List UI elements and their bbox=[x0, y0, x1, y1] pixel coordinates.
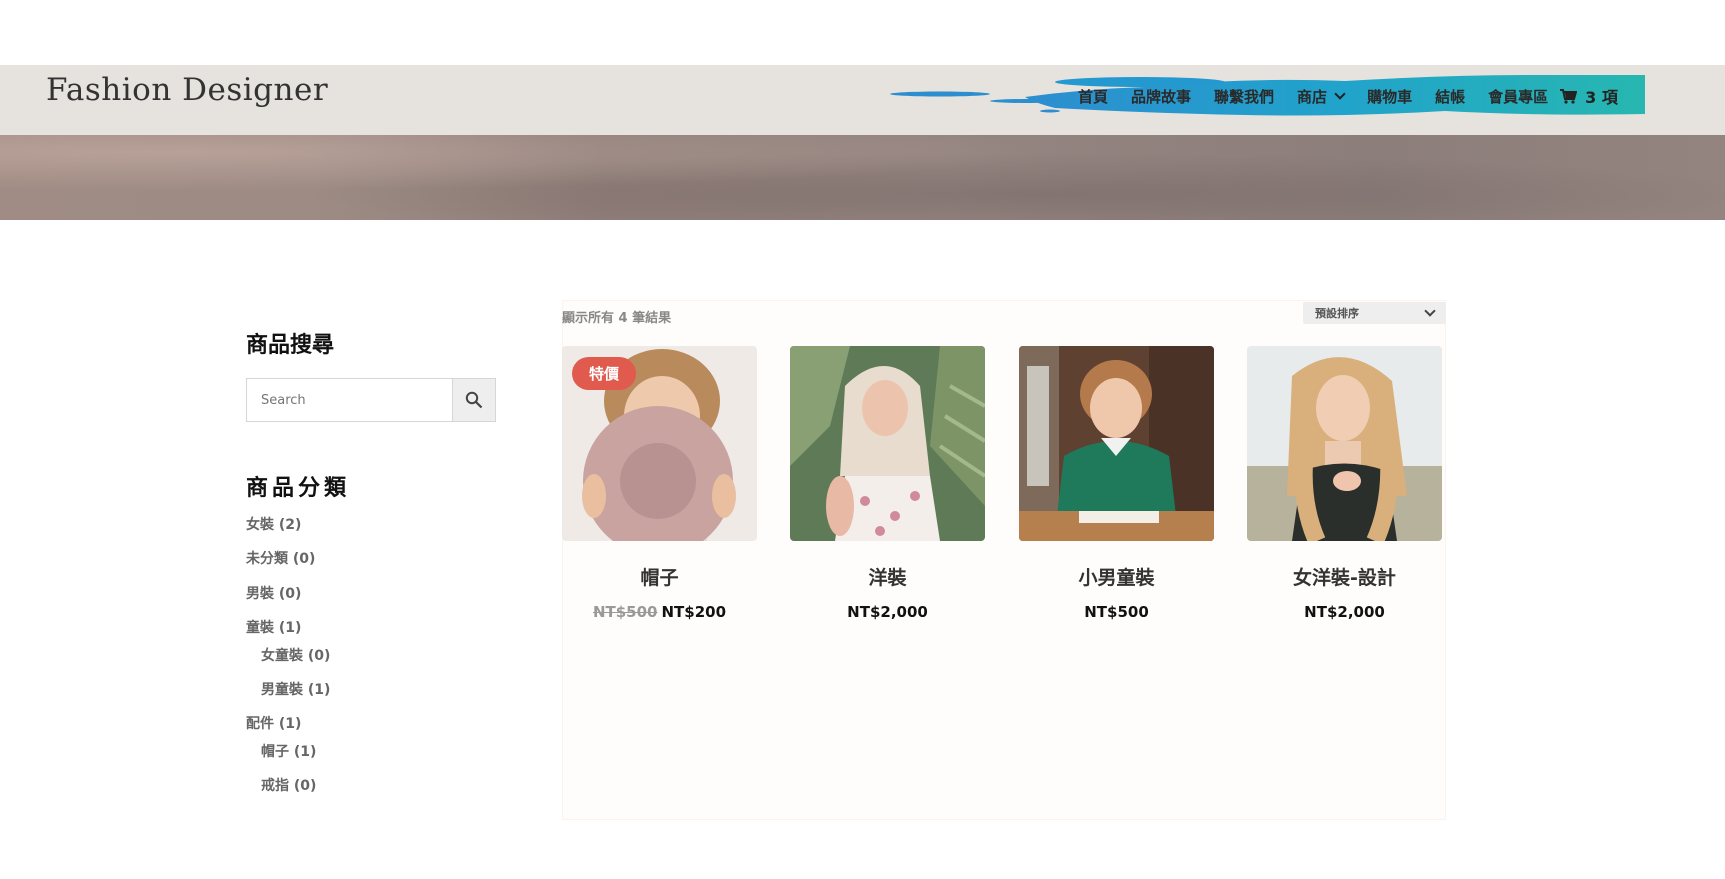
product-price-value: NT$500 bbox=[1084, 603, 1149, 621]
nav-label: 聯繫我們 bbox=[1214, 87, 1275, 106]
product-card[interactable]: 洋裝 NT$2,000 bbox=[790, 346, 985, 621]
product-image[interactable] bbox=[1247, 346, 1442, 541]
product-card[interactable]: 特價 帽子 NT$500 NT$200 bbox=[562, 346, 757, 621]
nav-item-checkout[interactable]: 結帳 bbox=[1435, 86, 1465, 107]
category-link[interactable]: 未分類 (0) bbox=[246, 548, 315, 568]
sale-price: NT$200 bbox=[661, 603, 727, 621]
nav-item-home[interactable]: 首頁 bbox=[1078, 86, 1108, 107]
product-price: NT$500 NT$200 bbox=[562, 603, 757, 621]
main-nav: 首頁 品牌故事 聯繫我們 商店 購物車 結帳 會員專區 3 項 bbox=[1078, 84, 1618, 108]
original-price: NT$500 bbox=[592, 603, 658, 621]
hero-texture bbox=[0, 135, 1725, 220]
product-photo-dress-design bbox=[1247, 346, 1442, 541]
product-title[interactable]: 帽子 bbox=[562, 563, 757, 590]
product-title[interactable]: 洋裝 bbox=[790, 563, 985, 590]
product-price: NT$500 bbox=[1019, 603, 1214, 621]
product-price: NT$2,000 bbox=[1247, 603, 1442, 621]
cart-count: 3 項 bbox=[1585, 88, 1618, 107]
nav-item-shop[interactable]: 商店 bbox=[1297, 86, 1346, 107]
product-photo-kids-wear bbox=[1019, 346, 1214, 541]
nav-item-member[interactable]: 會員專區 bbox=[1488, 86, 1548, 107]
nav-label: 會員專區 bbox=[1488, 87, 1549, 106]
result-count: 顯示所有 4 筆結果 bbox=[562, 311, 672, 326]
category-link[interactable]: 女裝 (2) bbox=[246, 514, 301, 534]
nav-label: 商店 bbox=[1297, 87, 1328, 106]
category-link[interactable]: 童裝 (1) bbox=[246, 617, 301, 637]
nav-item-contact[interactable]: 聯繫我們 bbox=[1214, 86, 1274, 107]
sort-selected-label: 預設排序 bbox=[1315, 307, 1359, 320]
product-card[interactable]: 小男童裝 NT$500 bbox=[1019, 346, 1214, 621]
search-widget-title: 商品搜尋 bbox=[246, 333, 335, 358]
sale-badge: 特價 bbox=[572, 357, 637, 390]
categories-widget-title: 商品分類 bbox=[246, 476, 351, 501]
product-price-value: NT$2,000 bbox=[1304, 603, 1385, 621]
product-card[interactable]: 女洋裝-設計 NT$2,000 bbox=[1247, 346, 1442, 621]
product-price-value: NT$2,000 bbox=[847, 603, 928, 621]
category-link[interactable]: 配件 (1) bbox=[246, 713, 301, 733]
site-logo[interactable]: Fashion Designer bbox=[46, 72, 328, 108]
nav-label: 購物車 bbox=[1367, 87, 1413, 106]
product-image[interactable] bbox=[1019, 346, 1214, 541]
product-image[interactable] bbox=[790, 346, 985, 541]
search-icon bbox=[465, 391, 483, 409]
cart-icon bbox=[1560, 88, 1578, 104]
nav-label: 首頁 bbox=[1078, 87, 1109, 106]
nav-label: 品牌故事 bbox=[1131, 87, 1192, 106]
chevron-down-icon bbox=[1424, 305, 1436, 317]
nav-label: 結帳 bbox=[1435, 87, 1466, 106]
hero-banner bbox=[0, 135, 1725, 220]
subcategory-link[interactable]: 男童裝 (1) bbox=[261, 679, 330, 699]
product-title[interactable]: 小男童裝 bbox=[1019, 563, 1214, 590]
search-input[interactable] bbox=[247, 379, 452, 421]
product-image[interactable]: 特價 bbox=[562, 346, 757, 541]
chevron-down-icon bbox=[1334, 88, 1346, 100]
nav-item-cart[interactable]: 購物車 bbox=[1367, 86, 1412, 107]
product-photo-dress bbox=[790, 346, 985, 541]
search-button[interactable] bbox=[452, 379, 495, 421]
product-title[interactable]: 女洋裝-設計 bbox=[1247, 563, 1442, 590]
subcategory-link[interactable]: 戒指 (0) bbox=[261, 775, 316, 795]
product-price: NT$2,000 bbox=[790, 603, 985, 621]
nav-item-brand-story[interactable]: 品牌故事 bbox=[1131, 86, 1191, 107]
subcategory-link[interactable]: 帽子 (1) bbox=[261, 741, 316, 761]
subcategory-link[interactable]: 女童裝 (0) bbox=[261, 645, 330, 665]
sort-select[interactable]: 預設排序 bbox=[1303, 302, 1446, 324]
category-link[interactable]: 男裝 (0) bbox=[246, 583, 301, 603]
cart-button[interactable]: 3 項 bbox=[1560, 84, 1618, 108]
search-form bbox=[246, 378, 496, 422]
